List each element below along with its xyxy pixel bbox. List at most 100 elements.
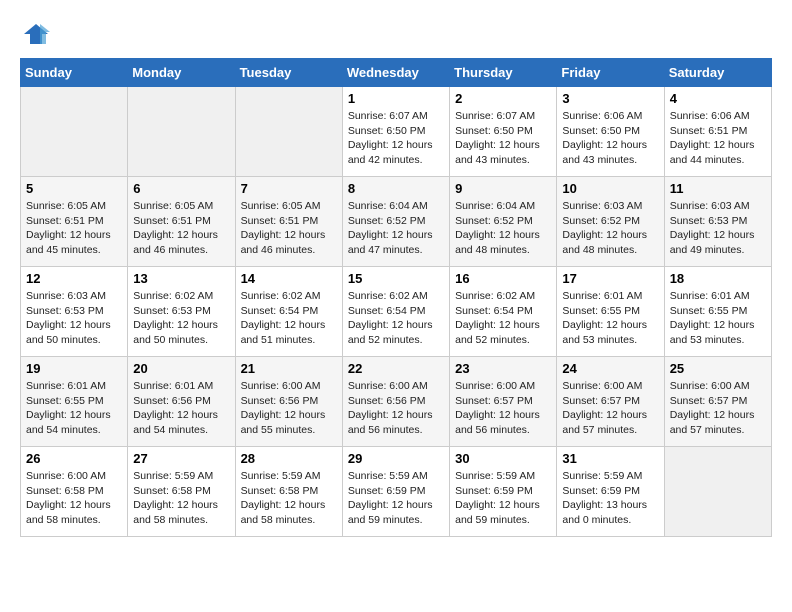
calendar-table: SundayMondayTuesdayWednesdayThursdayFrid… — [20, 58, 772, 537]
day-info: Sunrise: 6:05 AM Sunset: 6:51 PM Dayligh… — [26, 199, 122, 258]
col-header-wednesday: Wednesday — [342, 59, 449, 87]
day-number: 2 — [455, 91, 551, 106]
day-info: Sunrise: 6:07 AM Sunset: 6:50 PM Dayligh… — [455, 109, 551, 168]
day-number: 29 — [348, 451, 444, 466]
calendar-cell: 9Sunrise: 6:04 AM Sunset: 6:52 PM Daylig… — [450, 177, 557, 267]
calendar-cell: 24 Sunrise: 6:00 AM Sunset: 6:57 PM Dayli… — [557, 357, 664, 447]
day-info: Sunrise: 6:03 AM Sunset: 6:53 PM Dayligh… — [26, 289, 122, 348]
day-number: 16 — [455, 271, 551, 286]
day-info: Sunrise: 5:59 AM Sunset: 6:58 PM Dayligh… — [133, 469, 229, 528]
calendar-cell: 17 Sunrise: 6:01 AM Sunset: 6:55 PM Dayli… — [557, 267, 664, 357]
calendar-cell: 14Sunrise: 6:02 AM Sunset: 6:54 PM Dayli… — [235, 267, 342, 357]
calendar-cell: 15 Sunrise: 6:02 AM Sunset: 6:54 PM Dayli… — [342, 267, 449, 357]
calendar-cell: 30 Sunrise: 5:59 AM Sunset: 6:59 PM Dayli… — [450, 447, 557, 537]
col-header-sunday: Sunday — [21, 59, 128, 87]
day-number: 15 — [348, 271, 444, 286]
day-number: 22 — [348, 361, 444, 376]
day-number: 3 — [562, 91, 658, 106]
day-info: Sunrise: 6:02 AM Sunset: 6:53 PM Dayligh… — [133, 289, 229, 348]
calendar-cell: 13 Sunrise: 6:02 AM Sunset: 6:53 PM Dayli… — [128, 267, 235, 357]
calendar-cell: 10 Sunrise: 6:03 AM Sunset: 6:52 PM Dayli… — [557, 177, 664, 267]
day-number: 8 — [348, 181, 444, 196]
calendar-cell: 4 Sunrise: 6:06 AM Sunset: 6:51 PM Daylig… — [664, 87, 771, 177]
day-info: Sunrise: 6:05 AM Sunset: 6:51 PM Dayligh… — [133, 199, 229, 258]
day-number: 11 — [670, 181, 766, 196]
day-number: 7 — [241, 181, 337, 196]
day-info: Sunrise: 5:59 AM Sunset: 6:58 PM Dayligh… — [241, 469, 337, 528]
day-number: 10 — [562, 181, 658, 196]
day-number: 28 — [241, 451, 337, 466]
calendar-cell — [128, 87, 235, 177]
calendar-cell: 25 Sunrise: 6:00 AM Sunset: 6:57 PM Dayli… — [664, 357, 771, 447]
day-info: Sunrise: 6:04 AM Sunset: 6:52 PM Dayligh… — [348, 199, 444, 258]
day-info: Sunrise: 6:03 AM Sunset: 6:52 PM Dayligh… — [562, 199, 658, 258]
day-number: 9 — [455, 181, 551, 196]
calendar-cell: 5 Sunrise: 6:05 AM Sunset: 6:51 PM Daylig… — [21, 177, 128, 267]
day-number: 12 — [26, 271, 122, 286]
day-number: 19 — [26, 361, 122, 376]
day-info: Sunrise: 6:06 AM Sunset: 6:51 PM Dayligh… — [670, 109, 766, 168]
calendar-cell: 2 Sunrise: 6:07 AM Sunset: 6:50 PM Daylig… — [450, 87, 557, 177]
day-number: 25 — [670, 361, 766, 376]
page-header — [20, 20, 772, 48]
calendar-cell: 6Sunrise: 6:05 AM Sunset: 6:51 PM Daylig… — [128, 177, 235, 267]
calendar-week-row: 1 Sunrise: 6:07 AM Sunset: 6:50 PM Daylig… — [21, 87, 772, 177]
calendar-cell: 7 Sunrise: 6:05 AM Sunset: 6:51 PM Daylig… — [235, 177, 342, 267]
day-info: Sunrise: 6:00 AM Sunset: 6:57 PM Dayligh… — [670, 379, 766, 438]
day-number: 1 — [348, 91, 444, 106]
calendar-cell: 8 Sunrise: 6:04 AM Sunset: 6:52 PM Daylig… — [342, 177, 449, 267]
day-info: Sunrise: 6:05 AM Sunset: 6:51 PM Dayligh… — [241, 199, 337, 258]
col-header-friday: Friday — [557, 59, 664, 87]
day-info: Sunrise: 6:00 AM Sunset: 6:58 PM Dayligh… — [26, 469, 122, 528]
col-header-thursday: Thursday — [450, 59, 557, 87]
day-info: Sunrise: 6:00 AM Sunset: 6:56 PM Dayligh… — [241, 379, 337, 438]
calendar-cell: 22Sunrise: 6:00 AM Sunset: 6:56 PM Dayli… — [342, 357, 449, 447]
day-info: Sunrise: 6:02 AM Sunset: 6:54 PM Dayligh… — [348, 289, 444, 348]
day-number: 20 — [133, 361, 229, 376]
day-number: 23 — [455, 361, 551, 376]
day-number: 18 — [670, 271, 766, 286]
day-info: Sunrise: 6:00 AM Sunset: 6:57 PM Dayligh… — [455, 379, 551, 438]
calendar-week-row: 26 Sunrise: 6:00 AM Sunset: 6:58 PM Dayli… — [21, 447, 772, 537]
calendar-cell: 29 Sunrise: 5:59 AM Sunset: 6:59 PM Dayli… — [342, 447, 449, 537]
day-info: Sunrise: 6:01 AM Sunset: 6:55 PM Dayligh… — [562, 289, 658, 348]
calendar-cell: 12 Sunrise: 6:03 AM Sunset: 6:53 PM Dayli… — [21, 267, 128, 357]
day-number: 4 — [670, 91, 766, 106]
day-number: 30 — [455, 451, 551, 466]
day-number: 5 — [26, 181, 122, 196]
calendar-cell: 27Sunrise: 5:59 AM Sunset: 6:58 PM Dayli… — [128, 447, 235, 537]
day-info: Sunrise: 6:02 AM Sunset: 6:54 PM Dayligh… — [241, 289, 337, 348]
col-header-tuesday: Tuesday — [235, 59, 342, 87]
calendar-cell: 1Sunrise: 6:07 AM Sunset: 6:50 PM Daylig… — [342, 87, 449, 177]
calendar-header-row: SundayMondayTuesdayWednesdayThursdayFrid… — [21, 59, 772, 87]
day-number: 31 — [562, 451, 658, 466]
col-header-monday: Monday — [128, 59, 235, 87]
calendar-cell — [21, 87, 128, 177]
logo — [20, 20, 50, 48]
calendar-cell: 11 Sunrise: 6:03 AM Sunset: 6:53 PM Dayli… — [664, 177, 771, 267]
day-info: Sunrise: 6:02 AM Sunset: 6:54 PM Dayligh… — [455, 289, 551, 348]
calendar-cell: 19Sunrise: 6:01 AM Sunset: 6:55 PM Dayli… — [21, 357, 128, 447]
day-info: Sunrise: 5:59 AM Sunset: 6:59 PM Dayligh… — [348, 469, 444, 528]
calendar-cell: 31 Sunrise: 5:59 AM Sunset: 6:59 PM Dayli… — [557, 447, 664, 537]
calendar-cell: 3Sunrise: 6:06 AM Sunset: 6:50 PM Daylig… — [557, 87, 664, 177]
day-number: 13 — [133, 271, 229, 286]
col-header-saturday: Saturday — [664, 59, 771, 87]
calendar-cell: 23 Sunrise: 6:00 AM Sunset: 6:57 PM Dayli… — [450, 357, 557, 447]
day-info: Sunrise: 6:03 AM Sunset: 6:53 PM Dayligh… — [670, 199, 766, 258]
day-number: 24 — [562, 361, 658, 376]
day-number: 26 — [26, 451, 122, 466]
day-number: 21 — [241, 361, 337, 376]
day-info: Sunrise: 6:01 AM Sunset: 6:55 PM Dayligh… — [670, 289, 766, 348]
calendar-cell: 26 Sunrise: 6:00 AM Sunset: 6:58 PM Dayli… — [21, 447, 128, 537]
day-info: Sunrise: 6:01 AM Sunset: 6:56 PM Dayligh… — [133, 379, 229, 438]
calendar-cell: 16 Sunrise: 6:02 AM Sunset: 6:54 PM Dayli… — [450, 267, 557, 357]
calendar-cell: 20 Sunrise: 6:01 AM Sunset: 6:56 PM Dayli… — [128, 357, 235, 447]
day-info: Sunrise: 6:00 AM Sunset: 6:57 PM Dayligh… — [562, 379, 658, 438]
day-info: Sunrise: 5:59 AM Sunset: 6:59 PM Dayligh… — [455, 469, 551, 528]
calendar-week-row: 19Sunrise: 6:01 AM Sunset: 6:55 PM Dayli… — [21, 357, 772, 447]
day-number: 17 — [562, 271, 658, 286]
logo-icon — [22, 20, 50, 48]
calendar-week-row: 5 Sunrise: 6:05 AM Sunset: 6:51 PM Daylig… — [21, 177, 772, 267]
day-info: Sunrise: 5:59 AM Sunset: 6:59 PM Dayligh… — [562, 469, 658, 528]
